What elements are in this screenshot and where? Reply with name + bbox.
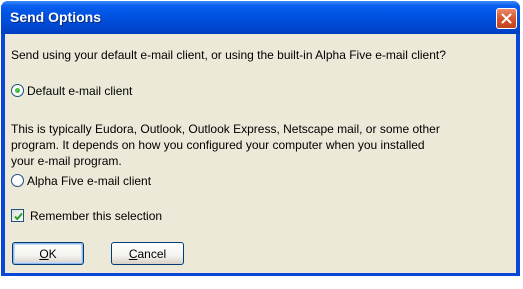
description-line: This is typically Eudora, Outlook, Outlo… bbox=[11, 122, 440, 136]
default-client-radio[interactable] bbox=[11, 84, 24, 97]
description-line: your e-mail program. bbox=[11, 154, 122, 168]
cancel-mnemonic: C bbox=[128, 246, 138, 261]
default-client-label[interactable]: Default e-mail client bbox=[27, 84, 132, 98]
close-button[interactable] bbox=[496, 8, 517, 29]
description-line: program. It depends on how you configure… bbox=[11, 138, 425, 152]
alpha-five-client-label[interactable]: Alpha Five e-mail client bbox=[27, 174, 151, 188]
ok-mnemonic: O bbox=[39, 246, 49, 261]
checkmark-icon bbox=[14, 212, 23, 221]
alpha-five-client-radio[interactable] bbox=[11, 174, 24, 187]
cancel-button[interactable]: Cancel bbox=[111, 242, 184, 265]
send-options-dialog: Send Options Send using your default e-m… bbox=[1, 1, 520, 276]
dialog-body: Send using your default e-mail client, o… bbox=[5, 34, 516, 273]
remember-selection-checkbox[interactable] bbox=[11, 209, 24, 222]
radio-selected-dot bbox=[15, 88, 20, 93]
ok-button[interactable]: OK bbox=[12, 242, 84, 265]
prompt-text: Send using your default e-mail client, o… bbox=[11, 48, 446, 62]
dialog-title: Send Options bbox=[10, 9, 101, 25]
default-client-description: This is typically Eudora, Outlook, Outlo… bbox=[11, 121, 516, 169]
ok-label-rest: K bbox=[48, 246, 57, 261]
title-bar[interactable]: Send Options bbox=[1, 1, 520, 34]
close-icon bbox=[501, 13, 512, 24]
remember-selection-label[interactable]: Remember this selection bbox=[30, 209, 162, 223]
cancel-label-rest: ancel bbox=[137, 246, 167, 261]
